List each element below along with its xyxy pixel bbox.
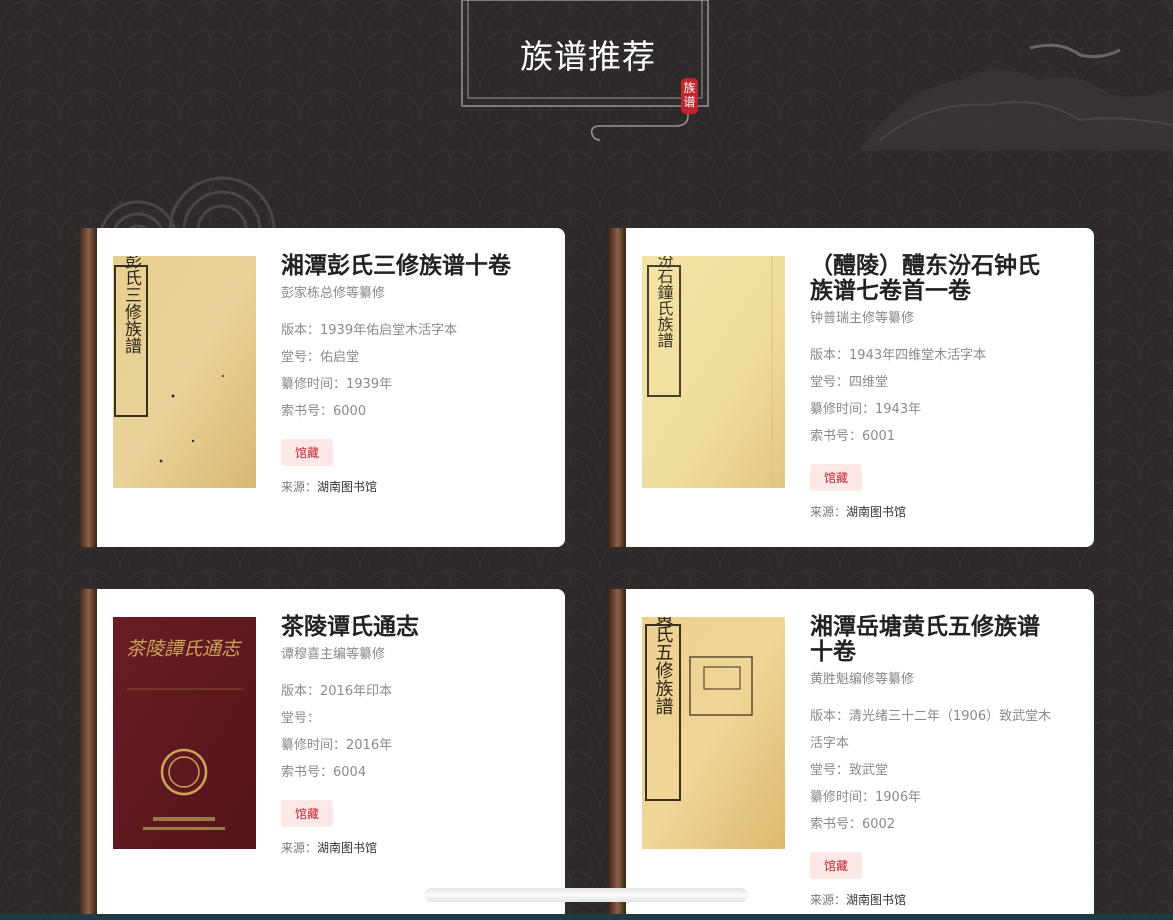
compiled-label: 纂修时间：: [810, 402, 876, 417]
source-value: 湖南图书馆: [846, 505, 907, 519]
source-label: 来源：: [281, 841, 318, 855]
hall-label: 堂号：: [281, 350, 321, 365]
call-number-label: 索书号：: [281, 765, 334, 780]
compiled-value: 1939年: [346, 377, 393, 392]
edition-value: 1943年四维堂木活字本: [849, 348, 987, 363]
compiled-label: 纂修时间：: [281, 738, 347, 753]
compiled-label: 纂修时间：: [281, 377, 347, 392]
hall-value: 致武堂: [849, 763, 889, 778]
book-title[interactable]: 湘潭岳塘黄氏五修族谱十卷: [810, 615, 1060, 665]
source-label: 来源：: [281, 480, 318, 494]
edition-label: 版本：: [281, 323, 321, 338]
horizontal-scrollbar[interactable]: [424, 888, 748, 902]
book-title[interactable]: 茶陵谭氏通志: [281, 615, 531, 640]
book-card[interactable]: 茶陵譚氏通志 茶陵谭氏通志 谭穆喜主编等纂修 版本：2016年印本 堂号： 纂修…: [79, 589, 565, 920]
book-card[interactable]: 湘潭彭氏三修族譜 湘潭彭氏三修族谱十卷 彭家栋总修等纂修 版本：1939年佑启堂…: [79, 228, 565, 547]
call-number-label: 索书号：: [810, 817, 863, 832]
call-number-value: 6002: [862, 817, 896, 832]
hall-label: 堂号：: [281, 711, 321, 726]
compiled-value: 1943年: [875, 402, 922, 417]
edition-label: 版本：: [810, 348, 850, 363]
svg-text:茶陵譚氏通志: 茶陵譚氏通志: [126, 638, 243, 660]
book-card[interactable]: 醴東汾石鐘氏族譜 （醴陵）醴东汾石钟氏族谱七卷首一卷 钟普瑞主修等纂修 版本：1…: [608, 228, 1094, 547]
book-author: 黄胜魁编修等纂修: [810, 672, 915, 687]
collection-badge: 馆藏: [281, 800, 334, 827]
compiled-label: 纂修时间：: [810, 790, 876, 805]
call-number-value: 6000: [333, 404, 367, 419]
source-label: 来源：: [810, 505, 847, 519]
book-spine: [608, 228, 626, 547]
collection-badge: 馆藏: [281, 439, 334, 466]
svg-text:湘潭彭氏三修族譜: 湘潭彭氏三修族譜: [121, 256, 142, 354]
source-value: 湖南图书馆: [317, 480, 378, 494]
compiled-value: 2016年: [346, 738, 393, 753]
book-cover-image: 茶陵譚氏通志: [113, 617, 256, 849]
book-title[interactable]: （醴陵）醴东汾石钟氏族谱七卷首一卷: [810, 254, 1060, 304]
edition-value: 2016年印本: [320, 684, 393, 699]
call-number-value: 6004: [333, 765, 367, 780]
hall-value: 佑启堂: [320, 350, 360, 365]
edition-label: 版本：: [810, 709, 850, 724]
svg-text:醴東汾石鐘氏族譜: 醴東汾石鐘氏族譜: [655, 256, 674, 348]
book-spine: [608, 589, 626, 920]
source-value: 湖南图书馆: [317, 841, 378, 855]
compiled-value: 1906年: [875, 790, 922, 805]
book-author: 钟普瑞主修等纂修: [810, 311, 915, 326]
footer-strip: [0, 914, 1173, 920]
hall-label: 堂号：: [810, 375, 850, 390]
collection-badge: 馆藏: [810, 852, 863, 879]
call-number-value: 6001: [862, 429, 896, 444]
book-spine: [79, 589, 97, 920]
svg-text:嶽塘黃氏五修族譜: 嶽塘黃氏五修族譜: [653, 617, 674, 715]
book-card[interactable]: 嶽塘黃氏五修族譜 湘潭岳塘黄氏五修族谱十卷 黄胜魁编修等纂修 版本：清光绪三十二…: [608, 589, 1094, 920]
book-spine: [79, 228, 97, 547]
book-author: 谭穆喜主编等纂修: [281, 647, 386, 662]
book-title[interactable]: 湘潭彭氏三修族谱十卷: [281, 254, 531, 279]
seal-stamp: 族谱: [681, 78, 698, 114]
edition-value: 1939年佑启堂木活字本: [320, 323, 458, 338]
section-title: 族谱推荐: [520, 37, 656, 76]
book-cover-image: 湘潭彭氏三修族譜: [113, 256, 256, 488]
call-number-label: 索书号：: [281, 404, 334, 419]
source-label: 来源：: [810, 893, 847, 907]
book-cover-image: 醴東汾石鐘氏族譜: [642, 256, 785, 488]
book-author: 彭家栋总修等纂修: [281, 286, 386, 301]
hall-value: 四维堂: [849, 375, 889, 390]
source-value: 湖南图书馆: [846, 893, 907, 907]
call-number-label: 索书号：: [810, 429, 863, 444]
hall-label: 堂号：: [810, 763, 850, 778]
collection-badge: 馆藏: [810, 464, 863, 491]
edition-label: 版本：: [281, 684, 321, 699]
book-cover-image: 嶽塘黃氏五修族譜: [642, 617, 785, 849]
